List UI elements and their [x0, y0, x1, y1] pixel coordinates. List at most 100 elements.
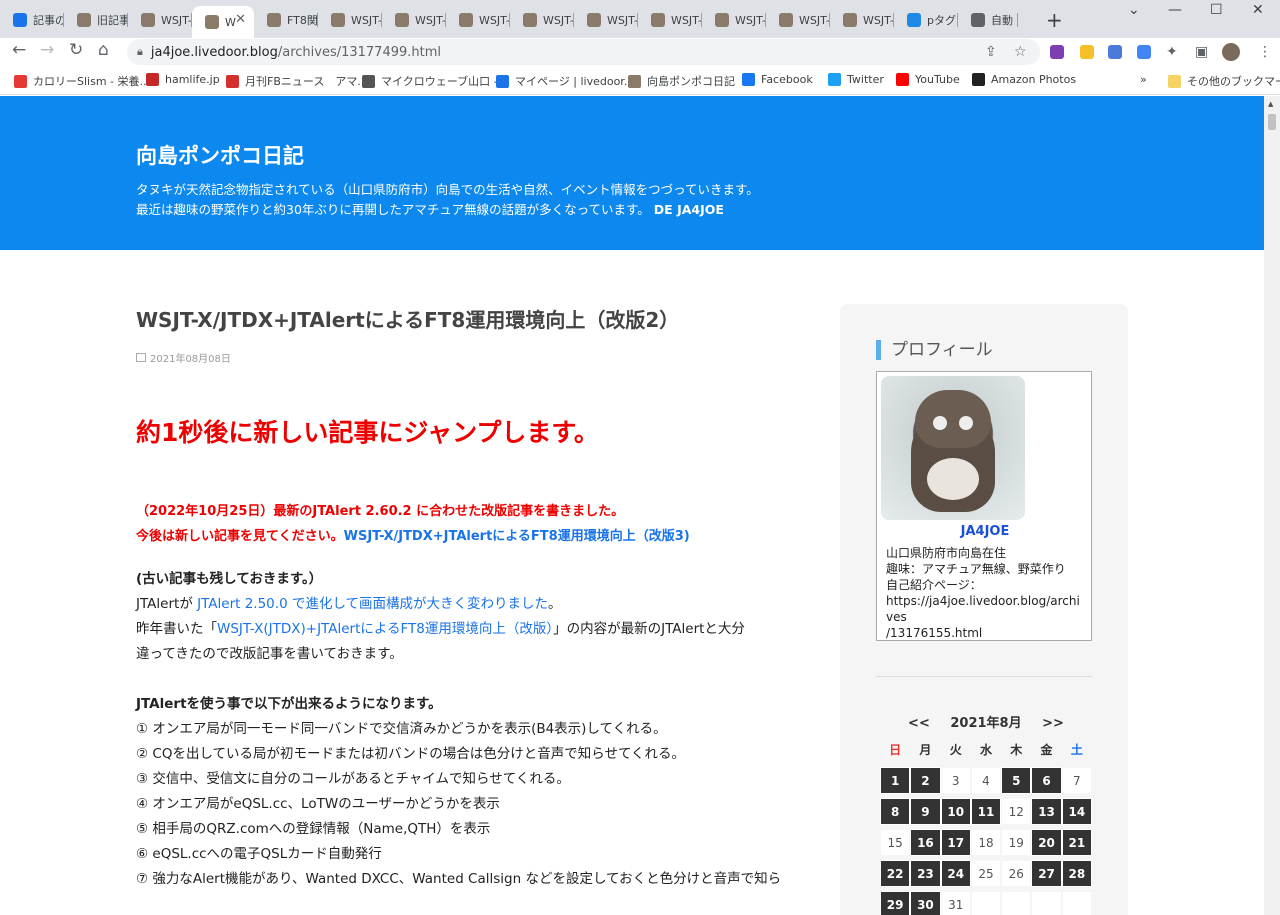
- bookmark-0[interactable]: カロリーSlism - 栄養...: [14, 73, 150, 89]
- bookmarks-more-button[interactable]: »: [1140, 73, 1147, 86]
- tab-4[interactable]: FT8関: [254, 6, 318, 34]
- calendar-day[interactable]: 9: [910, 798, 941, 825]
- new-article-link[interactable]: WSJT-X/JTDX+JTAlertによるFT8運用環境向上（改版3): [344, 529, 690, 544]
- calendar-day[interactable]: 8: [880, 798, 911, 825]
- calendar-day[interactable]: 21: [1061, 829, 1092, 856]
- close-tab-icon[interactable]: ✕: [235, 12, 246, 27]
- bookmark-star-icon[interactable]: ☆: [1014, 44, 1027, 60]
- calendar-week-row: 1234567: [880, 767, 1092, 798]
- tab-search-icon[interactable]: ⌄: [1128, 2, 1140, 18]
- bookmark-5[interactable]: 向島ポンポコ日記: [628, 73, 735, 89]
- calendar-day[interactable]: 11: [970, 798, 1002, 825]
- calendar-next-button[interactable]: >>: [1042, 716, 1064, 731]
- previous-article-link[interactable]: WSJT-X(JTDX)+JTAlertによるFT8運用環境向上（改版）: [217, 621, 553, 637]
- profile-avatar[interactable]: [1222, 43, 1240, 61]
- feature-item: ① オンエア局が同一モード同一バンドで交信済みかどうかを表示(B4表示)してくれ…: [136, 721, 667, 737]
- minimize-button[interactable]: —: [1168, 2, 1182, 18]
- bookmark-2[interactable]: 月刊FBニュース アマ...: [226, 73, 368, 89]
- close-window-button[interactable]: ✕: [1252, 2, 1264, 18]
- tab-label: WSJT-: [863, 13, 894, 27]
- calendar-day[interactable]: 28: [1061, 860, 1092, 887]
- tab-1[interactable]: 旧記事: [64, 6, 128, 34]
- tab-9[interactable]: WSJT-: [574, 6, 638, 34]
- onenote-extension-icon[interactable]: [1050, 45, 1064, 59]
- bookmark-3[interactable]: マイクロウェーブ山口 -...: [362, 73, 508, 89]
- tab-favicon: [907, 13, 921, 27]
- profile-name[interactable]: JA4JOE: [877, 524, 1093, 539]
- calendar-day: 19: [1001, 829, 1032, 856]
- calendar-day[interactable]: 16: [910, 829, 941, 856]
- jtalert-250-link[interactable]: JTAlert 2.50.0 で進化して画面構成が大きく変わりました: [197, 596, 548, 612]
- blog-desc-text: 最近は趣味の野菜作りと約30年ぶりに再開したアマチュア無線の話題が多くなっていま…: [136, 202, 650, 217]
- scrollbar-thumb[interactable]: [1268, 114, 1276, 130]
- calendar-day[interactable]: 22: [880, 860, 911, 887]
- bookmark-label: カロリーSlism - 栄養...: [33, 75, 150, 88]
- blog-title[interactable]: 向島ポンポコ日記: [136, 140, 304, 170]
- other-bookmarks-folder[interactable]: その他のブックマーク: [1168, 73, 1280, 89]
- address-bar[interactable]: 🔒︎ ja4joe.livedoor.blog/archives/1317749…: [127, 39, 1040, 65]
- menu-kebab-icon[interactable]: ⋮: [1258, 44, 1272, 60]
- lock-icon[interactable]: 🔒︎: [137, 45, 143, 59]
- profile-photo[interactable]: [881, 376, 1025, 520]
- bookmark-favicon: [972, 73, 985, 86]
- page-scrollbar[interactable]: ▲: [1264, 96, 1280, 915]
- tab-6[interactable]: WSJT-: [382, 6, 446, 34]
- tab-3[interactable]: W ✕: [192, 6, 254, 38]
- tab-11[interactable]: WSJT-: [702, 6, 766, 34]
- tab-10[interactable]: WSJT-: [638, 6, 702, 34]
- calendar-day[interactable]: 20: [1031, 829, 1062, 856]
- calendar-day[interactable]: 24: [940, 860, 971, 887]
- tab-13[interactable]: WSJT-: [830, 6, 894, 34]
- tab-12[interactable]: WSJT-: [766, 6, 830, 34]
- calendar-day[interactable]: 23: [910, 860, 941, 887]
- reload-icon[interactable]: ↻: [69, 40, 83, 60]
- tab-label: WSJT-: [799, 13, 830, 27]
- tab-2[interactable]: WSJT-: [128, 6, 192, 34]
- calendar-day[interactable]: 29: [880, 891, 911, 915]
- calendar-day[interactable]: 17: [940, 829, 971, 856]
- forward-icon[interactable]: →: [40, 40, 54, 60]
- calendar-day[interactable]: 6: [1031, 767, 1062, 794]
- calendar-prev-button[interactable]: <<: [908, 716, 930, 731]
- blog-description: タヌキが天然記念物指定されている（山口県防府市）向島での生活や自然、イベント情報…: [136, 180, 759, 220]
- bookmark-4[interactable]: マイページ | livedoor...: [496, 73, 634, 89]
- calendar-day[interactable]: 2: [910, 767, 941, 794]
- tab-label: WSJT-: [161, 13, 192, 27]
- translate-extension-icon[interactable]: [1108, 45, 1122, 59]
- calendar-day[interactable]: 5: [1001, 767, 1032, 794]
- keep-extension-icon[interactable]: [1080, 45, 1094, 59]
- bookmark-9[interactable]: Amazon Photos: [972, 73, 1076, 86]
- back-icon[interactable]: ←: [12, 40, 26, 60]
- calendar-day[interactable]: 14: [1061, 798, 1092, 825]
- calendar-day[interactable]: 1: [880, 767, 911, 794]
- tab-7[interactable]: WSJT-: [446, 6, 510, 34]
- tab-14[interactable]: pタグと: [894, 6, 958, 34]
- tab-15[interactable]: 自動: [958, 6, 1018, 34]
- side-panel-icon[interactable]: ▣: [1195, 44, 1208, 60]
- calendar-day: 7: [1061, 767, 1092, 794]
- tab-8[interactable]: WSJT-: [510, 6, 574, 34]
- tab-0[interactable]: 記事の: [0, 6, 64, 34]
- calendar-day[interactable]: 30: [910, 891, 941, 915]
- bookmark-8[interactable]: YouTube: [896, 73, 960, 86]
- calendar-week-row: 15 16 17 18 19 20 21: [880, 829, 1092, 860]
- calendar-day: [970, 891, 1002, 915]
- bookmark-7[interactable]: Twitter: [828, 73, 884, 86]
- bookmark-1[interactable]: hamlife.jp: [146, 73, 220, 86]
- extensions-puzzle-icon[interactable]: ✦: [1166, 44, 1178, 60]
- tab-5[interactable]: WSJT-: [318, 6, 382, 34]
- bookmark-6[interactable]: Facebook: [742, 73, 813, 86]
- calendar-day[interactable]: 27: [1031, 860, 1062, 887]
- maximize-button[interactable]: ☐: [1210, 2, 1223, 18]
- calendar-day[interactable]: 13: [1031, 798, 1062, 825]
- calendar-day[interactable]: 10: [940, 798, 971, 825]
- google-translate-extension-icon[interactable]: [1137, 45, 1151, 59]
- scroll-up-icon[interactable]: ▲: [1268, 100, 1273, 108]
- new-tab-button[interactable]: +: [1046, 8, 1063, 32]
- tab-favicon: [267, 13, 281, 27]
- calendar-day: [1061, 891, 1092, 915]
- calendar-week-row: 29 30 31: [880, 891, 1092, 915]
- share-icon[interactable]: ⇪: [985, 44, 997, 60]
- home-icon[interactable]: ⌂: [98, 40, 109, 60]
